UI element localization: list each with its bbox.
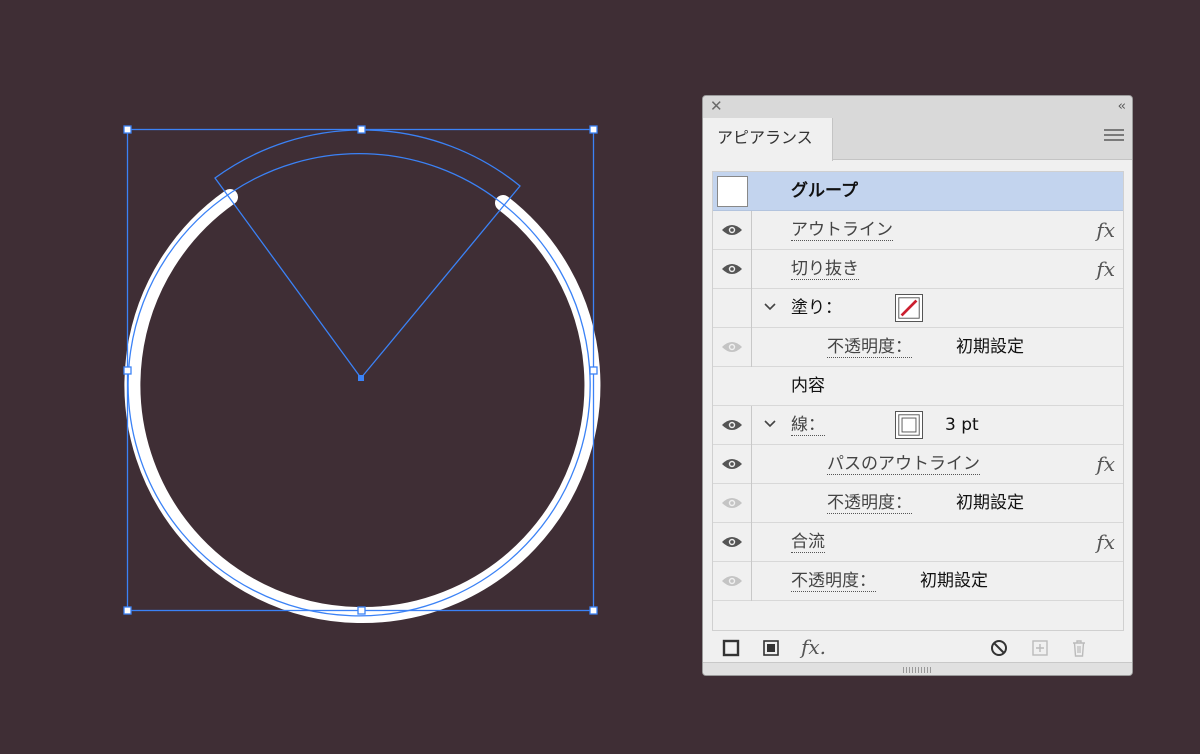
eye-icon[interactable]	[721, 534, 743, 550]
chevron-down-icon[interactable]	[763, 417, 777, 431]
trash-icon[interactable]	[1069, 638, 1089, 658]
none-swatch-icon[interactable]	[895, 294, 923, 322]
stroke-ring-artwork	[124, 189, 601, 623]
stroke-opacity-value: 初期設定	[956, 493, 1024, 513]
handle-top-right[interactable]	[589, 125, 598, 134]
add-effect-fx-icon[interactable]: fx.	[801, 637, 831, 658]
duplicate-item-icon[interactable]	[1030, 638, 1050, 658]
panel-tabbar: アピアランス	[703, 118, 1132, 161]
eye-dim-icon[interactable]	[721, 339, 743, 355]
row-stroke[interactable]: 線： 3 pt	[713, 406, 1123, 445]
fx-icon[interactable]: fx	[1096, 211, 1115, 249]
eye-icon[interactable]	[721, 417, 743, 433]
contents-label: 内容	[791, 376, 825, 396]
eye-icon[interactable]	[721, 456, 743, 472]
row-fill[interactable]: 塗り：	[713, 289, 1123, 328]
row-group[interactable]: グループ	[713, 172, 1123, 211]
merge-effect-link[interactable]: 合流	[791, 523, 825, 561]
wedge-outline	[214, 129, 521, 380]
row-cutout-effect[interactable]: 切り抜き fx	[713, 250, 1123, 289]
eye-dim-icon[interactable]	[721, 573, 743, 589]
outline-effect-link[interactable]: アウトライン	[791, 211, 893, 249]
grip-lines	[903, 667, 933, 673]
artboard-canvas[interactable]	[0, 0, 640, 754]
cutout-effect-link[interactable]: 切り抜き	[791, 250, 859, 288]
row-opacity[interactable]: 不透明度： 初期設定	[713, 562, 1123, 601]
row-fill-opacity[interactable]: 不透明度： 初期設定	[713, 328, 1123, 367]
row-outline-effect[interactable]: アウトライン fx	[713, 211, 1123, 250]
fx-icon[interactable]: fx	[1096, 523, 1115, 561]
fx-icon[interactable]: fx	[1096, 250, 1115, 288]
center-point	[358, 375, 364, 381]
row-merge-effect[interactable]: 合流 fx	[713, 523, 1123, 562]
panel-bottom-toolbar: fx.	[703, 631, 1132, 665]
white-stroke-swatch-icon[interactable]	[895, 411, 923, 439]
wedge-inner-arc	[231, 152, 500, 202]
stroke-weight-value: 3 pt	[945, 415, 979, 435]
group-label: グループ	[791, 181, 858, 201]
opacity-link[interactable]: 不透明度：	[791, 562, 876, 600]
fill-opacity-value: 初期設定	[956, 337, 1024, 357]
collapse-icon[interactable]: ‹‹	[1118, 98, 1127, 115]
handle-bottom-right[interactable]	[589, 606, 598, 615]
add-stroke-icon[interactable]	[721, 638, 741, 658]
handle-middle-right[interactable]	[589, 366, 598, 375]
stroke-link[interactable]: 線：	[791, 406, 825, 444]
row-contents[interactable]: 内容	[713, 367, 1123, 406]
appearance-list: グループ アウトライン fx 切り抜き fx 塗り： 不透明度： 初期設定 内容…	[712, 171, 1124, 631]
tab-appearance[interactable]: アピアランス	[703, 118, 833, 161]
appearance-panel: ✕ ‹‹ アピアランス グループ アウトライン fx 切り抜き fx 塗り： 不…	[702, 95, 1133, 676]
fx-icon[interactable]: fx	[1096, 445, 1115, 483]
handle-bottom-center[interactable]	[357, 606, 366, 615]
group-thumbnail	[717, 176, 748, 207]
panel-menu-icon[interactable]	[1104, 129, 1124, 145]
fill-opacity-link[interactable]: 不透明度：	[827, 328, 912, 366]
panel-resize-grip[interactable]	[703, 662, 1132, 675]
opacity-value: 初期設定	[920, 571, 988, 591]
chevron-down-icon[interactable]	[763, 300, 777, 314]
eye-icon[interactable]	[721, 261, 743, 277]
row-path-outline-effect[interactable]: パスのアウトライン fx	[713, 445, 1123, 484]
handle-top-left[interactable]	[123, 125, 132, 134]
handle-middle-left[interactable]	[123, 366, 132, 375]
fill-label: 塗り：	[791, 298, 842, 318]
handle-bottom-left[interactable]	[123, 606, 132, 615]
panel-titlebar[interactable]: ✕ ‹‹	[703, 96, 1132, 118]
close-icon[interactable]: ✕	[710, 98, 723, 115]
eye-icon[interactable]	[721, 222, 743, 238]
path-outline-effect-link[interactable]: パスのアウトライン	[827, 445, 980, 483]
clear-appearance-icon[interactable]	[989, 638, 1009, 658]
add-fill-icon[interactable]	[761, 638, 781, 658]
eye-dim-icon[interactable]	[721, 495, 743, 511]
stroke-opacity-link[interactable]: 不透明度：	[827, 484, 912, 522]
row-stroke-opacity[interactable]: 不透明度： 初期設定	[713, 484, 1123, 523]
handle-top-center[interactable]	[357, 125, 366, 134]
